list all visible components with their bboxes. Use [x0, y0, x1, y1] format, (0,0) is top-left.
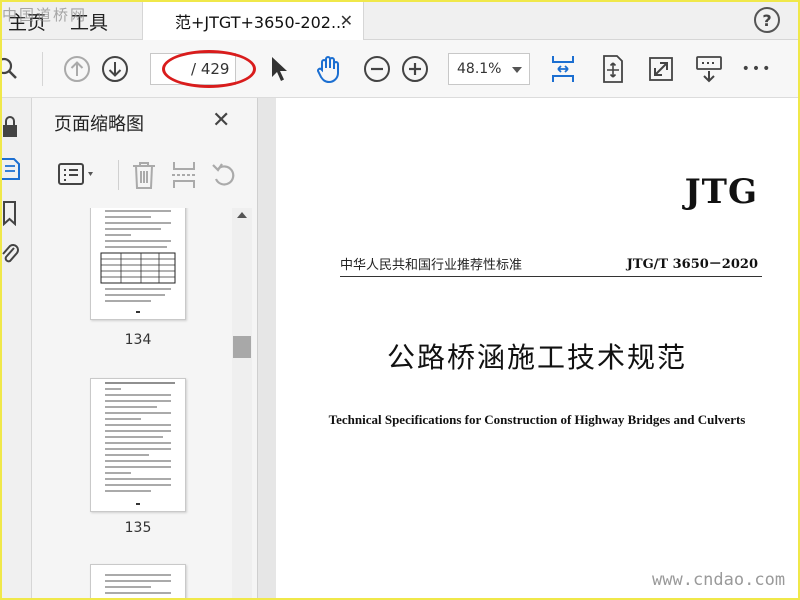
toolbar-divider: [42, 52, 43, 86]
jtg-logo: JTG: [684, 172, 758, 212]
attachment-icon[interactable]: [2, 242, 24, 268]
tab-bar: 主页 工具 中国道桥网 范+JTGT+3650-202... ✕ ?: [2, 2, 798, 40]
lock-icon[interactable]: [2, 114, 24, 140]
page-layout-icon[interactable]: [598, 54, 628, 84]
read-mode-icon[interactable]: [694, 54, 724, 84]
select-cursor-icon[interactable]: [264, 54, 294, 84]
document-viewer: JTG 中华人民共和国行业推荐性标准 JTG/T 3650－2020 公路桥涵施…: [258, 98, 798, 598]
thumbnail-scrollbar[interactable]: [232, 208, 252, 598]
thumbnails-panel: 页面缩略图 ✕ 134 135: [32, 98, 258, 598]
panel-divider: [118, 160, 119, 190]
app-window: 主页 工具 中国道桥网 范+JTGT+3650-202... ✕ ? / 429: [2, 2, 798, 598]
thumbnail-page-number: 134: [124, 332, 152, 348]
close-panel-icon[interactable]: ✕: [212, 108, 230, 133]
more-tools-icon[interactable]: •••: [742, 54, 772, 84]
thumbnail-list: 134 135: [32, 208, 232, 598]
thumbnail-page-number: 135: [124, 520, 152, 536]
header-rule: [340, 276, 762, 277]
thumbnails-title: 页面缩略图: [54, 114, 144, 135]
standard-category: 中华人民共和国行业推荐性标准: [340, 258, 523, 273]
page-thumbnails-icon[interactable]: [2, 156, 24, 182]
site-watermark: 中国道桥网: [2, 6, 88, 24]
page-thumbnail[interactable]: [90, 564, 186, 598]
toolbar: / 429 48.1% •••: [2, 40, 798, 98]
scroll-up-arrow-icon[interactable]: [237, 212, 247, 218]
thumbnails-toolbar: [32, 156, 258, 194]
page-thumbnail[interactable]: [90, 208, 186, 320]
delete-page-icon[interactable]: [130, 160, 158, 190]
search-icon[interactable]: [2, 54, 22, 84]
page-thumbnail[interactable]: [90, 378, 186, 512]
tab-document-label: 范+JTGT+3650-202...: [175, 13, 347, 32]
standard-code: JTG/T 3650－2020: [626, 257, 758, 272]
rotate-page-icon[interactable]: [210, 160, 238, 190]
document-page: JTG 中华人民共和国行业推荐性标准 JTG/T 3650－2020 公路桥涵施…: [276, 98, 798, 598]
bookmark-icon[interactable]: [2, 200, 24, 226]
tab-close-icon[interactable]: ✕: [340, 11, 353, 30]
chevron-down-icon: [512, 67, 522, 73]
zoom-in-icon[interactable]: [400, 54, 430, 84]
previous-page-icon[interactable]: [62, 54, 92, 84]
scrollbar-thumb[interactable]: [233, 336, 251, 358]
fit-page-icon[interactable]: [548, 54, 578, 84]
help-icon[interactable]: ?: [754, 7, 780, 33]
annotation-circle: [162, 50, 256, 88]
next-page-icon[interactable]: [100, 54, 130, 84]
zoom-dropdown[interactable]: 48.1%: [448, 53, 530, 85]
site-url-watermark: www.cndao.com: [652, 570, 786, 590]
fullscreen-icon[interactable]: [646, 54, 676, 84]
document-title-english: Technical Specifications for Constructio…: [328, 412, 746, 427]
hand-tool-icon[interactable]: [314, 54, 344, 84]
zoom-out-icon[interactable]: [362, 54, 392, 84]
tab-document[interactable]: 范+JTGT+3650-202... ✕: [142, 2, 364, 40]
thumbnail-options-icon[interactable]: [56, 160, 100, 188]
left-rail: [2, 98, 32, 598]
zoom-value: 48.1%: [457, 61, 502, 77]
document-title-chinese: 公路桥涵施工技术规范: [386, 341, 687, 374]
extract-pages-icon[interactable]: [170, 160, 198, 190]
